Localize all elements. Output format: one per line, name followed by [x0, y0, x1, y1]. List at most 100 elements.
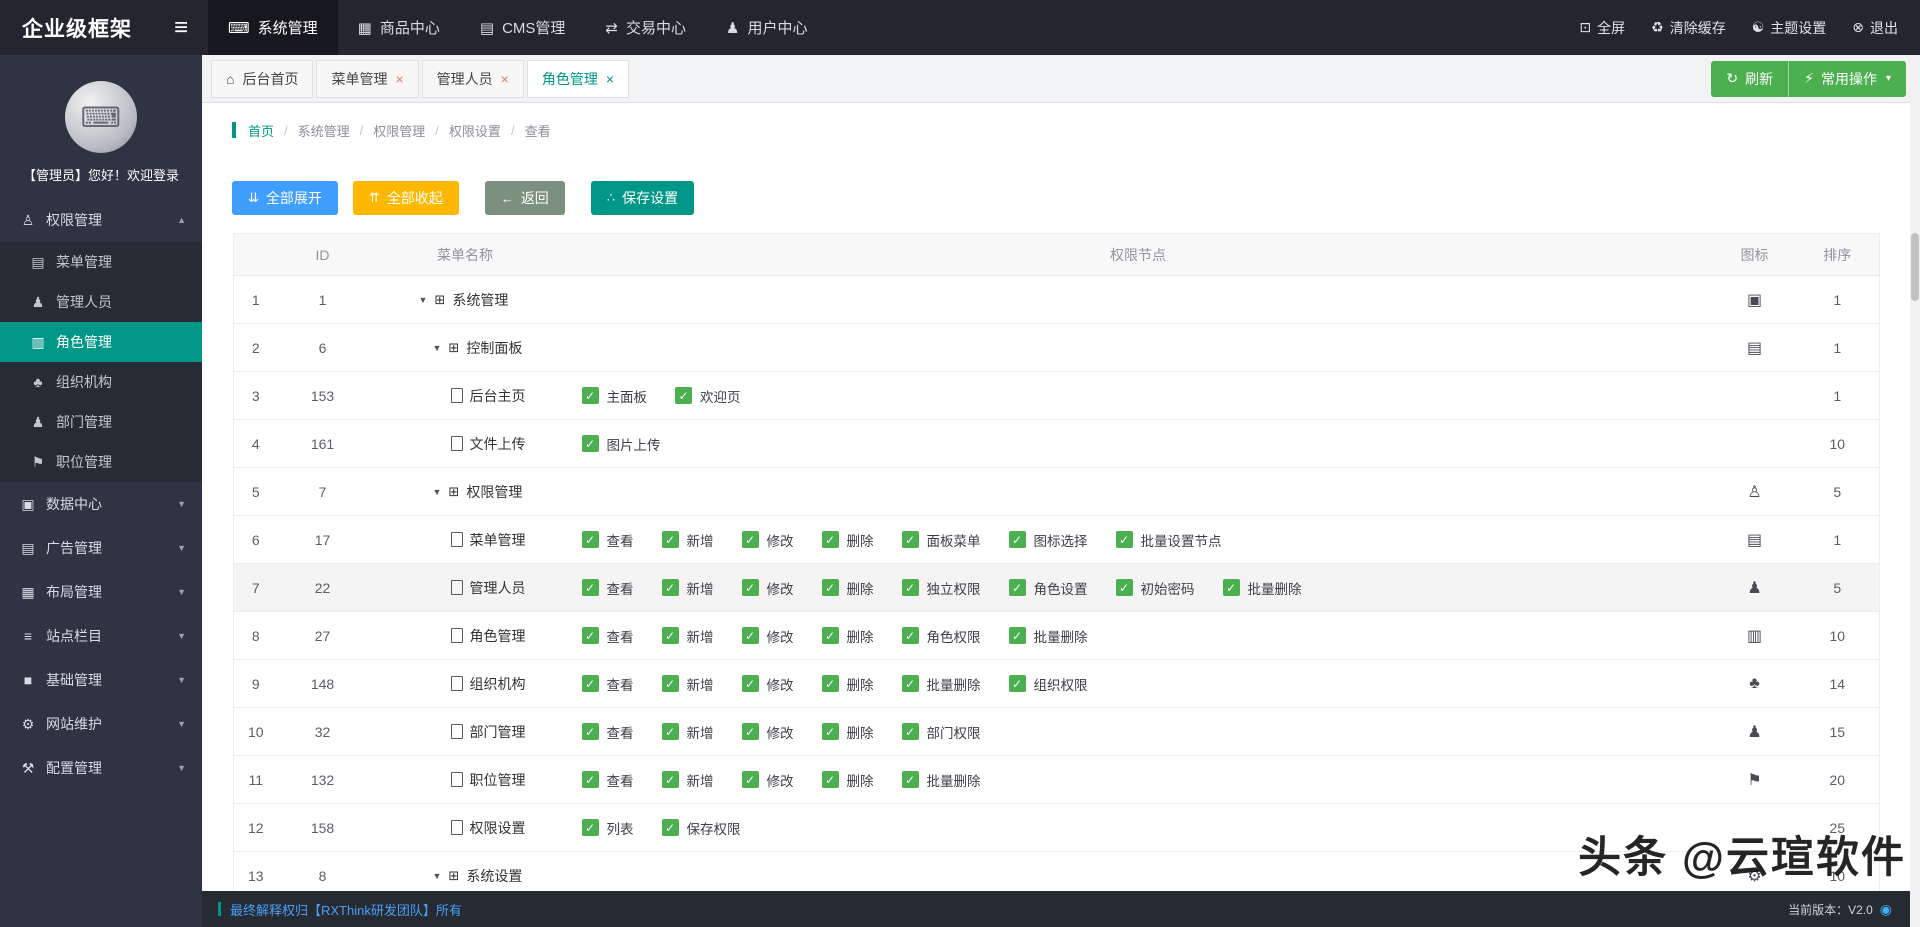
perm-checkbox-checked[interactable]: ✓	[741, 771, 759, 788]
perm-checkbox-checked[interactable]: ✓	[901, 771, 919, 788]
fullscreen-button[interactable]: ⊡ 全屏	[1579, 18, 1625, 38]
tab-close-icon[interactable]: ×	[606, 72, 614, 86]
expand-node-icon[interactable]: ⊞	[448, 340, 459, 356]
table-row[interactable]: 5 7 ▼ ⊞ 权限管理 ♙ 5	[233, 467, 1880, 516]
perm-checkbox-checked[interactable]: ✓	[1008, 675, 1026, 692]
perm-checkbox-checked[interactable]: ✓	[821, 531, 839, 548]
perm-checkbox-checked[interactable]: ✓	[661, 675, 679, 692]
refresh-button[interactable]: ↻ 刷新	[1711, 60, 1790, 97]
perm-checkbox-checked[interactable]: ✓	[901, 579, 919, 596]
perm-checkbox-checked[interactable]: ✓	[581, 819, 599, 836]
perm-checkbox-checked[interactable]: ✓	[675, 387, 692, 404]
table-row[interactable]: 1 1 ▼ ⊞ 系统管理 ▣ 1	[233, 275, 1880, 324]
perm-checkbox-checked[interactable]: ✓	[901, 723, 919, 740]
perm-checkbox-checked[interactable]: ✓	[581, 435, 599, 452]
expand-all-button[interactable]: ⇊ 全部展开	[232, 181, 338, 215]
perm-checkbox-checked[interactable]: ✓	[581, 627, 599, 644]
table-row[interactable]: 10 32 部门管理 ✓ 查看 ✓ 新增 ✓ 修改 ✓ 删除 ✓ 部门权限 ♟ 15	[233, 707, 1880, 756]
perm-checkbox-checked[interactable]: ✓	[661, 819, 679, 836]
breadcrumb-item[interactable]: 系统管理	[298, 121, 350, 140]
perm-checkbox-checked[interactable]: ✓	[821, 771, 839, 788]
caret-down-icon[interactable]: ▼	[433, 487, 442, 497]
perm-checkbox-checked[interactable]: ✓	[581, 531, 599, 548]
sidebar-item-site-maintain[interactable]: ⚙ 网站维护 ▼	[0, 702, 202, 746]
caret-down-icon[interactable]: ▼	[433, 871, 442, 881]
perm-checkbox-checked[interactable]: ✓	[901, 531, 919, 548]
avatar[interactable]: ⌨	[65, 81, 137, 153]
perm-checkbox-checked[interactable]: ✓	[741, 675, 759, 692]
perm-checkbox-checked[interactable]: ✓	[661, 531, 679, 548]
back-button[interactable]: ← 返回	[484, 181, 565, 215]
perm-checkbox-checked[interactable]: ✓	[581, 579, 599, 596]
perm-checkbox-checked[interactable]: ✓	[581, 387, 599, 404]
caret-down-icon[interactable]: ▼	[433, 343, 442, 353]
sidebar-item-base-manage[interactable]: ■ 基础管理 ▼	[0, 658, 202, 702]
perm-checkbox-checked[interactable]: ✓	[1008, 579, 1026, 596]
perm-checkbox-checked[interactable]: ✓	[821, 579, 839, 596]
caret-down-icon[interactable]: ▼	[419, 295, 428, 305]
table-row[interactable]: 8 27 角色管理 ✓ 查看 ✓ 新增 ✓ 修改 ✓ 删除 ✓ 角色权限 ✓ 批量删除 ▥ 10	[233, 611, 1880, 660]
scrollbar-thumb[interactable]	[1911, 233, 1919, 301]
perm-checkbox-checked[interactable]: ✓	[1115, 531, 1133, 548]
tab-home[interactable]: ⌂ 后台首页	[211, 59, 314, 98]
sidebar-subitem-position[interactable]: ⚑ 职位管理	[0, 442, 202, 482]
tab-close-icon[interactable]: ×	[395, 72, 403, 86]
expand-node-icon[interactable]: ⊞	[434, 292, 445, 308]
breadcrumb-item[interactable]: 权限管理	[373, 121, 425, 140]
perm-checkbox-checked[interactable]: ✓	[1222, 579, 1240, 596]
table-row[interactable]: 9 148 组织机构 ✓ 查看 ✓ 新增 ✓ 修改 ✓ 删除 ✓ 批量删除 ✓ 组织权限 ♣ 14	[233, 659, 1880, 708]
perm-checkbox-checked[interactable]: ✓	[661, 723, 679, 740]
theme-button[interactable]: ☯ 主题设置	[1752, 18, 1827, 38]
perm-checkbox-checked[interactable]: ✓	[661, 579, 679, 596]
clear-cache-button[interactable]: ♻ 清除缓存	[1651, 18, 1726, 38]
save-settings-button[interactable]: ∴ 保存设置	[590, 181, 695, 215]
tab-menu[interactable]: 菜单管理 ×	[316, 59, 419, 98]
perm-checkbox-checked[interactable]: ✓	[1115, 579, 1133, 596]
perm-checkbox-checked[interactable]: ✓	[901, 627, 919, 644]
topnav-item-goods[interactable]: ▦ 商品中心	[338, 0, 460, 55]
topnav-item-cms[interactable]: ▤ CMS管理	[460, 0, 586, 55]
perm-checkbox-checked[interactable]: ✓	[821, 627, 839, 644]
sidebar-item-data-center[interactable]: ▣ 数据中心 ▼	[0, 482, 202, 526]
breadcrumb-item[interactable]: 权限设置	[449, 121, 501, 140]
sidebar-item-perm[interactable]: ♙ 权限管理 ▲	[0, 198, 202, 242]
tab-role[interactable]: 角色管理 ×	[526, 59, 630, 98]
common-actions-button[interactable]: ⚡ 常用操作 ▾	[1789, 60, 1906, 97]
perm-checkbox-checked[interactable]: ✓	[581, 771, 599, 788]
sidebar-item-config-manage[interactable]: ⚒ 配置管理 ▼	[0, 746, 202, 790]
globe-icon[interactable]: ◉	[1880, 901, 1892, 918]
sidebar-subitem-menu-manage[interactable]: ▤ 菜单管理	[0, 242, 202, 282]
perm-checkbox-checked[interactable]: ✓	[661, 627, 679, 644]
expand-node-icon[interactable]: ⊞	[448, 868, 459, 884]
table-row[interactable]: 7 22 管理人员 ✓ 查看 ✓ 新增 ✓ 修改 ✓ 删除 ✓ 独立权限 ✓ 角色设置 ✓ 初始密码 ✓ 批量删除 ♟…	[233, 563, 1880, 612]
perm-checkbox-checked[interactable]: ✓	[1008, 627, 1026, 644]
topnav-item-trade[interactable]: ⇄ 交易中心	[585, 0, 706, 55]
perm-checkbox-checked[interactable]: ✓	[661, 771, 679, 788]
table-row[interactable]: 4 161 文件上传 ✓ 图片上传 10	[233, 419, 1880, 468]
sidebar-item-ad-manage[interactable]: ▤ 广告管理 ▼	[0, 526, 202, 570]
logout-button[interactable]: ⊗ 退出	[1852, 18, 1898, 38]
perm-checkbox-checked[interactable]: ✓	[1008, 531, 1026, 548]
sidebar-subitem-admin-manage[interactable]: ♟ 管理人员	[0, 282, 202, 322]
table-row[interactable]: 2 6 ▼ ⊞ 控制面板 ▤ 1	[233, 323, 1880, 372]
perm-checkbox-checked[interactable]: ✓	[901, 675, 919, 692]
tab-close-icon[interactable]: ×	[501, 72, 509, 86]
perm-checkbox-checked[interactable]: ✓	[741, 723, 759, 740]
hamburger-icon[interactable]: ≡	[174, 15, 188, 40]
perm-checkbox-checked[interactable]: ✓	[581, 675, 599, 692]
topnav-item-system[interactable]: ⌨ 系统管理	[208, 0, 338, 55]
perm-checkbox-checked[interactable]: ✓	[581, 723, 599, 740]
perm-checkbox-checked[interactable]: ✓	[821, 723, 839, 740]
tab-admin[interactable]: 管理人员 ×	[421, 59, 524, 98]
footer-copyright-link[interactable]: 最终解释权归【RXThink研发团队】所有	[230, 900, 462, 919]
breadcrumb-item[interactable]: 首页	[248, 121, 274, 140]
sidebar-subitem-org[interactable]: ♣ 组织机构	[0, 362, 202, 402]
table-row[interactable]: 6 17 菜单管理 ✓ 查看 ✓ 新增 ✓ 修改 ✓ 删除 ✓ 面板菜单 ✓ 图标选择 ✓ 批量设置节点 ▤ 1	[233, 515, 1880, 564]
sidebar-subitem-dept[interactable]: ♟ 部门管理	[0, 402, 202, 442]
collapse-all-button[interactable]: ⇈ 全部收起	[352, 181, 459, 215]
breadcrumb-item[interactable]: 查看	[525, 121, 551, 140]
perm-checkbox-checked[interactable]: ✓	[821, 675, 839, 692]
sidebar-item-layout-manage[interactable]: ▦ 布局管理 ▼	[0, 570, 202, 614]
expand-node-icon[interactable]: ⊞	[448, 484, 459, 500]
table-row[interactable]: 11 132 职位管理 ✓ 查看 ✓ 新增 ✓ 修改 ✓ 删除 ✓ 批量删除 ⚑ 20	[233, 755, 1880, 804]
